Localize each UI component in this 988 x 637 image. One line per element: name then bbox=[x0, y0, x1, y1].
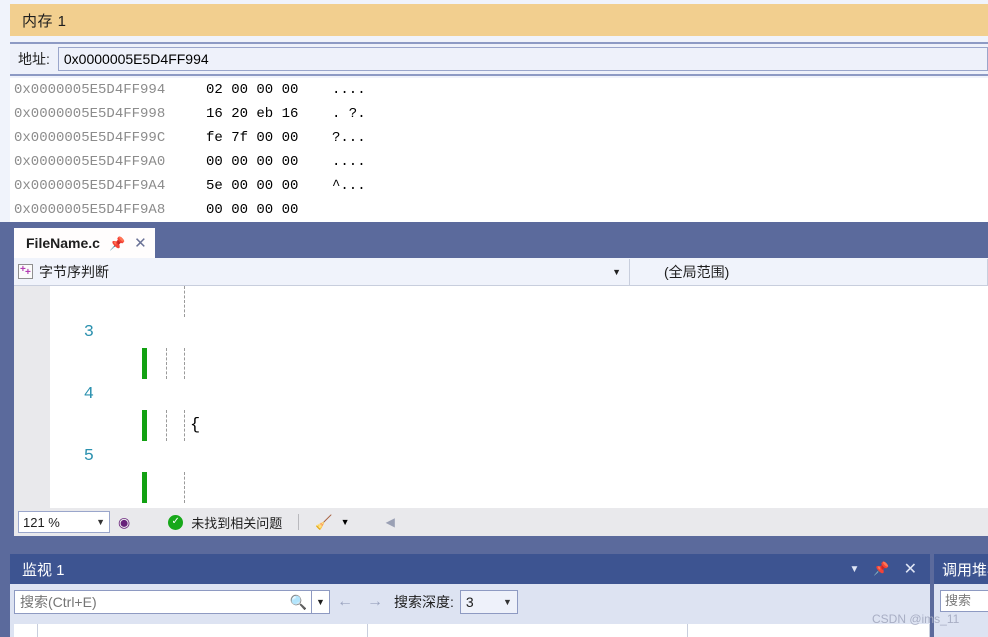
member-scope-label: 字节序判断 bbox=[39, 263, 109, 280]
memory-row-ascii: ^... bbox=[332, 178, 366, 194]
memory-window-titlebar: 内存 1 bbox=[10, 4, 988, 36]
visual-studio-debug-window: 内存 1 地址: 0x0000005E5D4FF994 02 00 00 00 … bbox=[0, 0, 988, 637]
memory-address-label: 地址: bbox=[18, 51, 50, 67]
memory-row-hex: 00 00 00 00 bbox=[206, 154, 299, 170]
watch-grid-column bbox=[368, 624, 688, 637]
arrow-right-icon[interactable]: → bbox=[360, 593, 390, 611]
memory-row-address: 0x0000005E5D4FF99C bbox=[14, 130, 166, 146]
code-editor-dock: FileName.c 📌 ✕ 字节序判断 ▼ (全局范围) 3 { bbox=[10, 226, 988, 546]
memory-window: 内存 1 地址: 0x0000005E5D4FF994 02 00 00 00 … bbox=[0, 0, 988, 222]
memory-row-hex: 00 00 00 00 bbox=[206, 202, 299, 218]
arrow-left-icon[interactable]: ← bbox=[330, 593, 360, 611]
editor-tabstrip: FileName.c 📌 ✕ bbox=[10, 226, 988, 258]
search-depth-value: 3 bbox=[465, 594, 474, 610]
tab-label: FileName.c bbox=[26, 235, 100, 251]
watch-grid-column bbox=[38, 624, 368, 637]
memory-row-hex: fe 7f 00 00 bbox=[206, 130, 299, 146]
editor-status-bar: 121 % ▼ ◉ ✓ 未找到相关问题 🧹 ▼ ◀ bbox=[14, 508, 988, 536]
pin-icon[interactable]: 📌 bbox=[866, 561, 896, 577]
watch-toolbar: 🔍 ▼ ← → 搜索深度: 3 ▼ bbox=[10, 584, 930, 616]
memory-row-ascii: .... bbox=[332, 82, 366, 98]
memory-row-address: 0x0000005E5D4FF9A0 bbox=[14, 154, 166, 170]
call-stack-toolbar: 搜索 bbox=[934, 584, 988, 612]
code-line: 5 int ret = *(char*)&a; bbox=[14, 410, 988, 503]
memory-row-address: 0x0000005E5D4FF9A8 bbox=[14, 202, 166, 218]
watermark: CSDN @ims_11 bbox=[872, 612, 960, 626]
watch-window-title: 监视 1 bbox=[22, 561, 65, 579]
intellicode-icon[interactable]: ◉ bbox=[118, 514, 130, 531]
chevron-down-icon: ▼ bbox=[316, 597, 325, 607]
close-icon[interactable]: ✕ bbox=[134, 236, 147, 251]
line-number: 3 bbox=[83, 323, 94, 342]
code-editor-surface[interactable]: 3 { 4 int a = 2; 5 bbox=[14, 286, 988, 508]
close-icon[interactable]: ✕ bbox=[897, 559, 924, 579]
watch-variables-grid[interactable] bbox=[14, 624, 930, 637]
global-scope-label: (全局范围) bbox=[664, 263, 730, 280]
chevron-down-icon: ▼ bbox=[96, 517, 105, 527]
code-line: 3 { bbox=[14, 286, 988, 435]
memory-row-hex: 16 20 eb 16 bbox=[206, 106, 299, 122]
editor-navigation-bar: 字节序判断 ▼ (全局范围) bbox=[14, 258, 988, 286]
tab-filename-c[interactable]: FileName.c 📌 ✕ bbox=[14, 228, 155, 258]
pin-icon[interactable]: 📌 bbox=[109, 237, 125, 250]
line-number: 5 bbox=[83, 447, 94, 466]
zoom-level-label: 121 % bbox=[23, 514, 60, 530]
chevron-down-icon[interactable]: ▼ bbox=[341, 517, 350, 527]
memory-row-ascii: . ?. bbox=[332, 106, 366, 122]
memory-row: 0x0000005E5D4FF9A8 00 00 00 00 bbox=[10, 198, 988, 222]
memory-row: 0x0000005E5D4FF994 02 00 00 00 .... bbox=[10, 78, 988, 102]
memory-dump-list[interactable]: 0x0000005E5D4FF994 02 00 00 00 .... 0x00… bbox=[10, 78, 988, 222]
line-number: 4 bbox=[83, 385, 94, 404]
search-icon: 🔍 bbox=[289, 593, 307, 610]
chevron-down-icon[interactable]: ▼ bbox=[612, 267, 625, 277]
memory-row-ascii: ?... bbox=[332, 130, 366, 146]
search-options-dropdown[interactable]: ▼ bbox=[312, 590, 330, 614]
search-depth-dropdown[interactable]: 3 ▼ bbox=[459, 590, 518, 614]
memory-row-address: 0x0000005E5D4FF994 bbox=[14, 82, 166, 98]
memory-window-title: 内存 1 bbox=[22, 12, 67, 30]
check-circle-icon: ✓ bbox=[168, 514, 184, 530]
watch-grid-column bbox=[14, 624, 38, 637]
search-depth-label: 搜索深度: bbox=[394, 594, 454, 610]
zoom-level-dropdown[interactable]: 121 % ▼ bbox=[18, 511, 110, 533]
status-divider bbox=[298, 514, 300, 530]
memory-row: 0x0000005E5D4FF99C fe 7f 00 00 ?... bbox=[10, 126, 988, 150]
chevron-down-icon: ▼ bbox=[502, 597, 512, 607]
memory-address-bar: 地址: bbox=[10, 42, 988, 76]
memory-row-address: 0x0000005E5D4FF9A4 bbox=[14, 178, 166, 194]
memory-row: 0x0000005E5D4FF9A0 00 00 00 00 .... bbox=[10, 150, 988, 174]
watch-window: 监视 1 ▼ 📌 ✕ 🔍 ▼ ← → 搜索深度: 3 ▼ bbox=[10, 554, 930, 637]
status-message: 未找到相关问题 bbox=[191, 515, 283, 531]
memory-address-input[interactable] bbox=[57, 47, 988, 71]
scroll-left-icon[interactable]: ◀ bbox=[386, 515, 395, 529]
memory-row: 0x0000005E5D4FF998 16 20 eb 16 . ?. bbox=[10, 102, 988, 126]
memory-row-hex: 02 00 00 00 bbox=[206, 82, 299, 98]
search-input[interactable] bbox=[15, 594, 290, 610]
memory-row-address: 0x0000005E5D4FF998 bbox=[14, 106, 166, 122]
call-stack-title: 调用堆栈 bbox=[934, 554, 988, 584]
memory-row-hex: 5e 00 00 00 bbox=[206, 178, 299, 194]
cpp-file-icon bbox=[18, 264, 33, 279]
code-line: 4 int a = 2; bbox=[14, 348, 988, 441]
watch-window-titlebar: 监视 1 ▼ 📌 ✕ bbox=[10, 554, 930, 584]
call-stack-search-input[interactable]: 搜索 bbox=[940, 590, 988, 612]
memory-row: 0x0000005E5D4FF9A4 5e 00 00 00 ^... bbox=[10, 174, 988, 198]
member-scope-dropdown[interactable]: 字节序判断 ▼ bbox=[14, 258, 630, 285]
watch-search-box[interactable]: 🔍 bbox=[14, 590, 312, 614]
global-scope-dropdown[interactable]: (全局范围) bbox=[630, 258, 988, 285]
chevron-down-icon[interactable]: ▼ bbox=[843, 564, 867, 575]
code-line: 6 ∨ if (ret == 2) bbox=[14, 472, 988, 503]
broom-icon[interactable]: 🧹 bbox=[315, 514, 332, 531]
memory-row-ascii: .... bbox=[332, 154, 366, 170]
